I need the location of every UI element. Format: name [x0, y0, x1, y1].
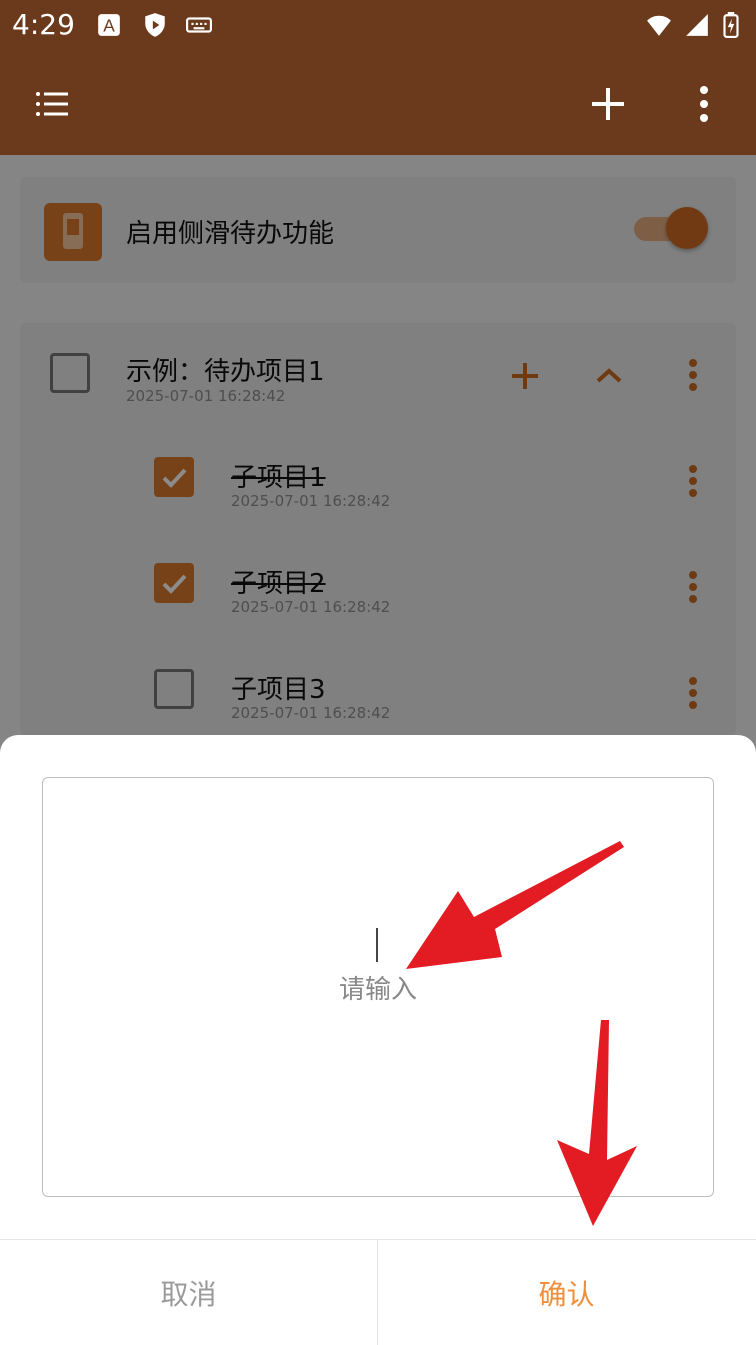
signal-icon: [686, 14, 708, 36]
menu-list-icon[interactable]: [30, 82, 74, 126]
app-bar: [0, 52, 756, 155]
app-a-icon: A: [98, 14, 120, 36]
svg-text:A: A: [103, 16, 115, 36]
more-vert-icon[interactable]: [682, 82, 726, 126]
annotation-arrow-to-confirm: [557, 1020, 637, 1226]
cancel-button[interactable]: 取消: [0, 1240, 377, 1345]
shield-play-icon: [145, 13, 165, 37]
annotation-arrow-to-input: [406, 841, 624, 969]
input-dialog: 请输入 取消 确认: [0, 735, 756, 1345]
status-time: 4:29: [12, 8, 75, 41]
status-bar: 4:29 A: [0, 0, 756, 52]
keyboard-icon: [186, 17, 212, 33]
add-icon[interactable]: [586, 82, 630, 126]
wifi-icon: [647, 15, 671, 36]
confirm-button[interactable]: 确认: [378, 1240, 755, 1345]
text-caret: [376, 928, 378, 962]
battery-charging-icon: [723, 12, 739, 38]
